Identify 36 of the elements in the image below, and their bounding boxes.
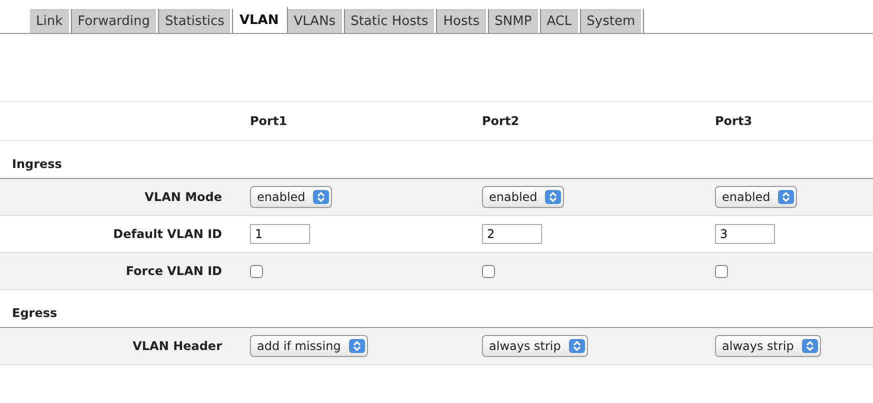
dropdown[interactable]: enabled [482,186,564,208]
tab[interactable]: Forwarding [72,9,158,33]
checkbox[interactable] [482,264,495,278]
chevron-icon [313,190,330,204]
input-field[interactable]: 3 [715,224,775,244]
tab[interactable]: Hosts [437,9,488,33]
dropdown[interactable]: always strip [715,335,821,357]
dropdown[interactable]: always strip [482,335,588,357]
chevron-icon [778,190,794,204]
row-label: Default VLAN ID [112,227,223,241]
tab[interactable]: ACL [540,9,580,33]
tab[interactable]: SNMP [488,9,540,33]
checkbox[interactable] [250,264,263,278]
dropdown[interactable]: enabled [250,186,332,208]
dropdown[interactable]: add if missing [250,335,368,357]
tab[interactable]: Link [30,9,71,33]
chevron-icon [802,339,818,353]
tab[interactable]: Statistics [159,9,232,33]
row-label: VLAN Header [132,339,223,353]
column-header: Port1 [249,114,288,128]
section-title: Ingress [12,157,62,171]
section-title: Egress [12,306,58,320]
input-field[interactable]: 1 [250,224,310,244]
input-field[interactable]: 2 [482,224,542,244]
dropdown[interactable]: enabled [715,186,798,208]
chevron-icon [348,339,365,353]
column-header: Port2 [481,114,520,128]
tab[interactable]: VLANs [288,9,344,33]
row-label: Force VLAN ID [124,264,223,278]
chevron-icon [568,339,585,353]
chevron-icon [545,190,562,204]
row-label: VLAN Mode [144,190,223,204]
column-header: Port3 [714,114,754,128]
tab[interactable]: Static Hosts [344,9,436,33]
tab[interactable]: System [580,9,644,33]
checkbox[interactable] [715,264,728,278]
